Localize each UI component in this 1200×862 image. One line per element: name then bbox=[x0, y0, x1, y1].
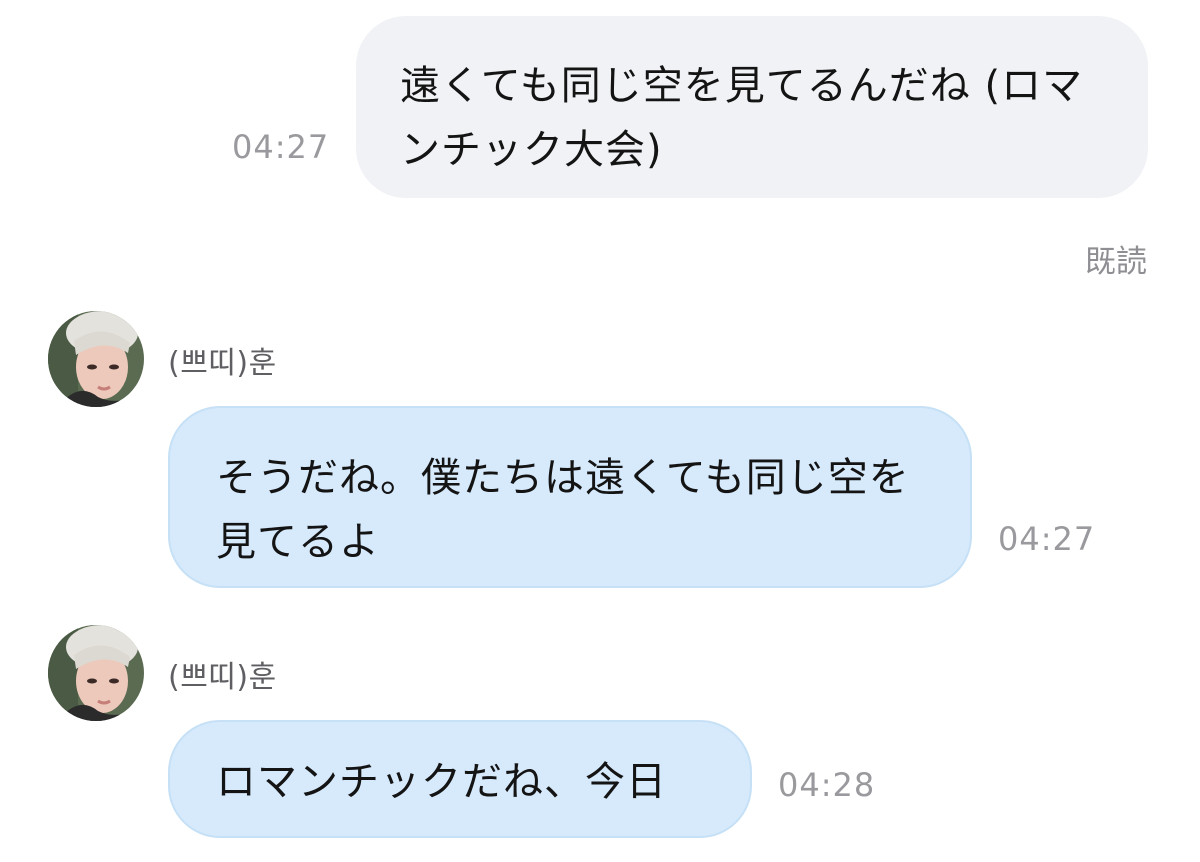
avatar-photo-icon bbox=[48, 625, 144, 721]
message-text: 遠くても同じ空を見てるんだね (ロマンチック大会) bbox=[400, 63, 1084, 173]
avatar-photo-icon bbox=[48, 311, 144, 407]
outgoing-message-bubble[interactable]: 遠くても同じ空を見てるんだね (ロマンチック大会) bbox=[356, 16, 1148, 198]
sender-name: (쁘띠)훈 bbox=[168, 660, 277, 695]
read-receipt: 既読 bbox=[1085, 244, 1147, 280]
message-timestamp: 04:27 bbox=[232, 128, 330, 166]
sender-name: (쁘띠)훈 bbox=[168, 346, 277, 381]
incoming-message-bubble[interactable]: そうだね。僕たちは遠くても同じ空を見てるよ bbox=[168, 406, 972, 588]
message-timestamp: 04:27 bbox=[998, 520, 1096, 558]
avatar[interactable] bbox=[48, 311, 144, 407]
message-text: ロマンチックだね、今日 bbox=[216, 759, 667, 805]
incoming-message-bubble[interactable]: ロマンチックだね、今日 bbox=[168, 720, 752, 838]
chat-thread: 04:27 遠くても同じ空を見てるんだね (ロマンチック大会) 既読 (쁘띠)훈… bbox=[0, 0, 1200, 862]
message-timestamp: 04:28 bbox=[778, 766, 876, 804]
avatar[interactable] bbox=[48, 625, 144, 721]
message-text: そうだね。僕たちは遠くても同じ空を見てるよ bbox=[216, 455, 910, 565]
